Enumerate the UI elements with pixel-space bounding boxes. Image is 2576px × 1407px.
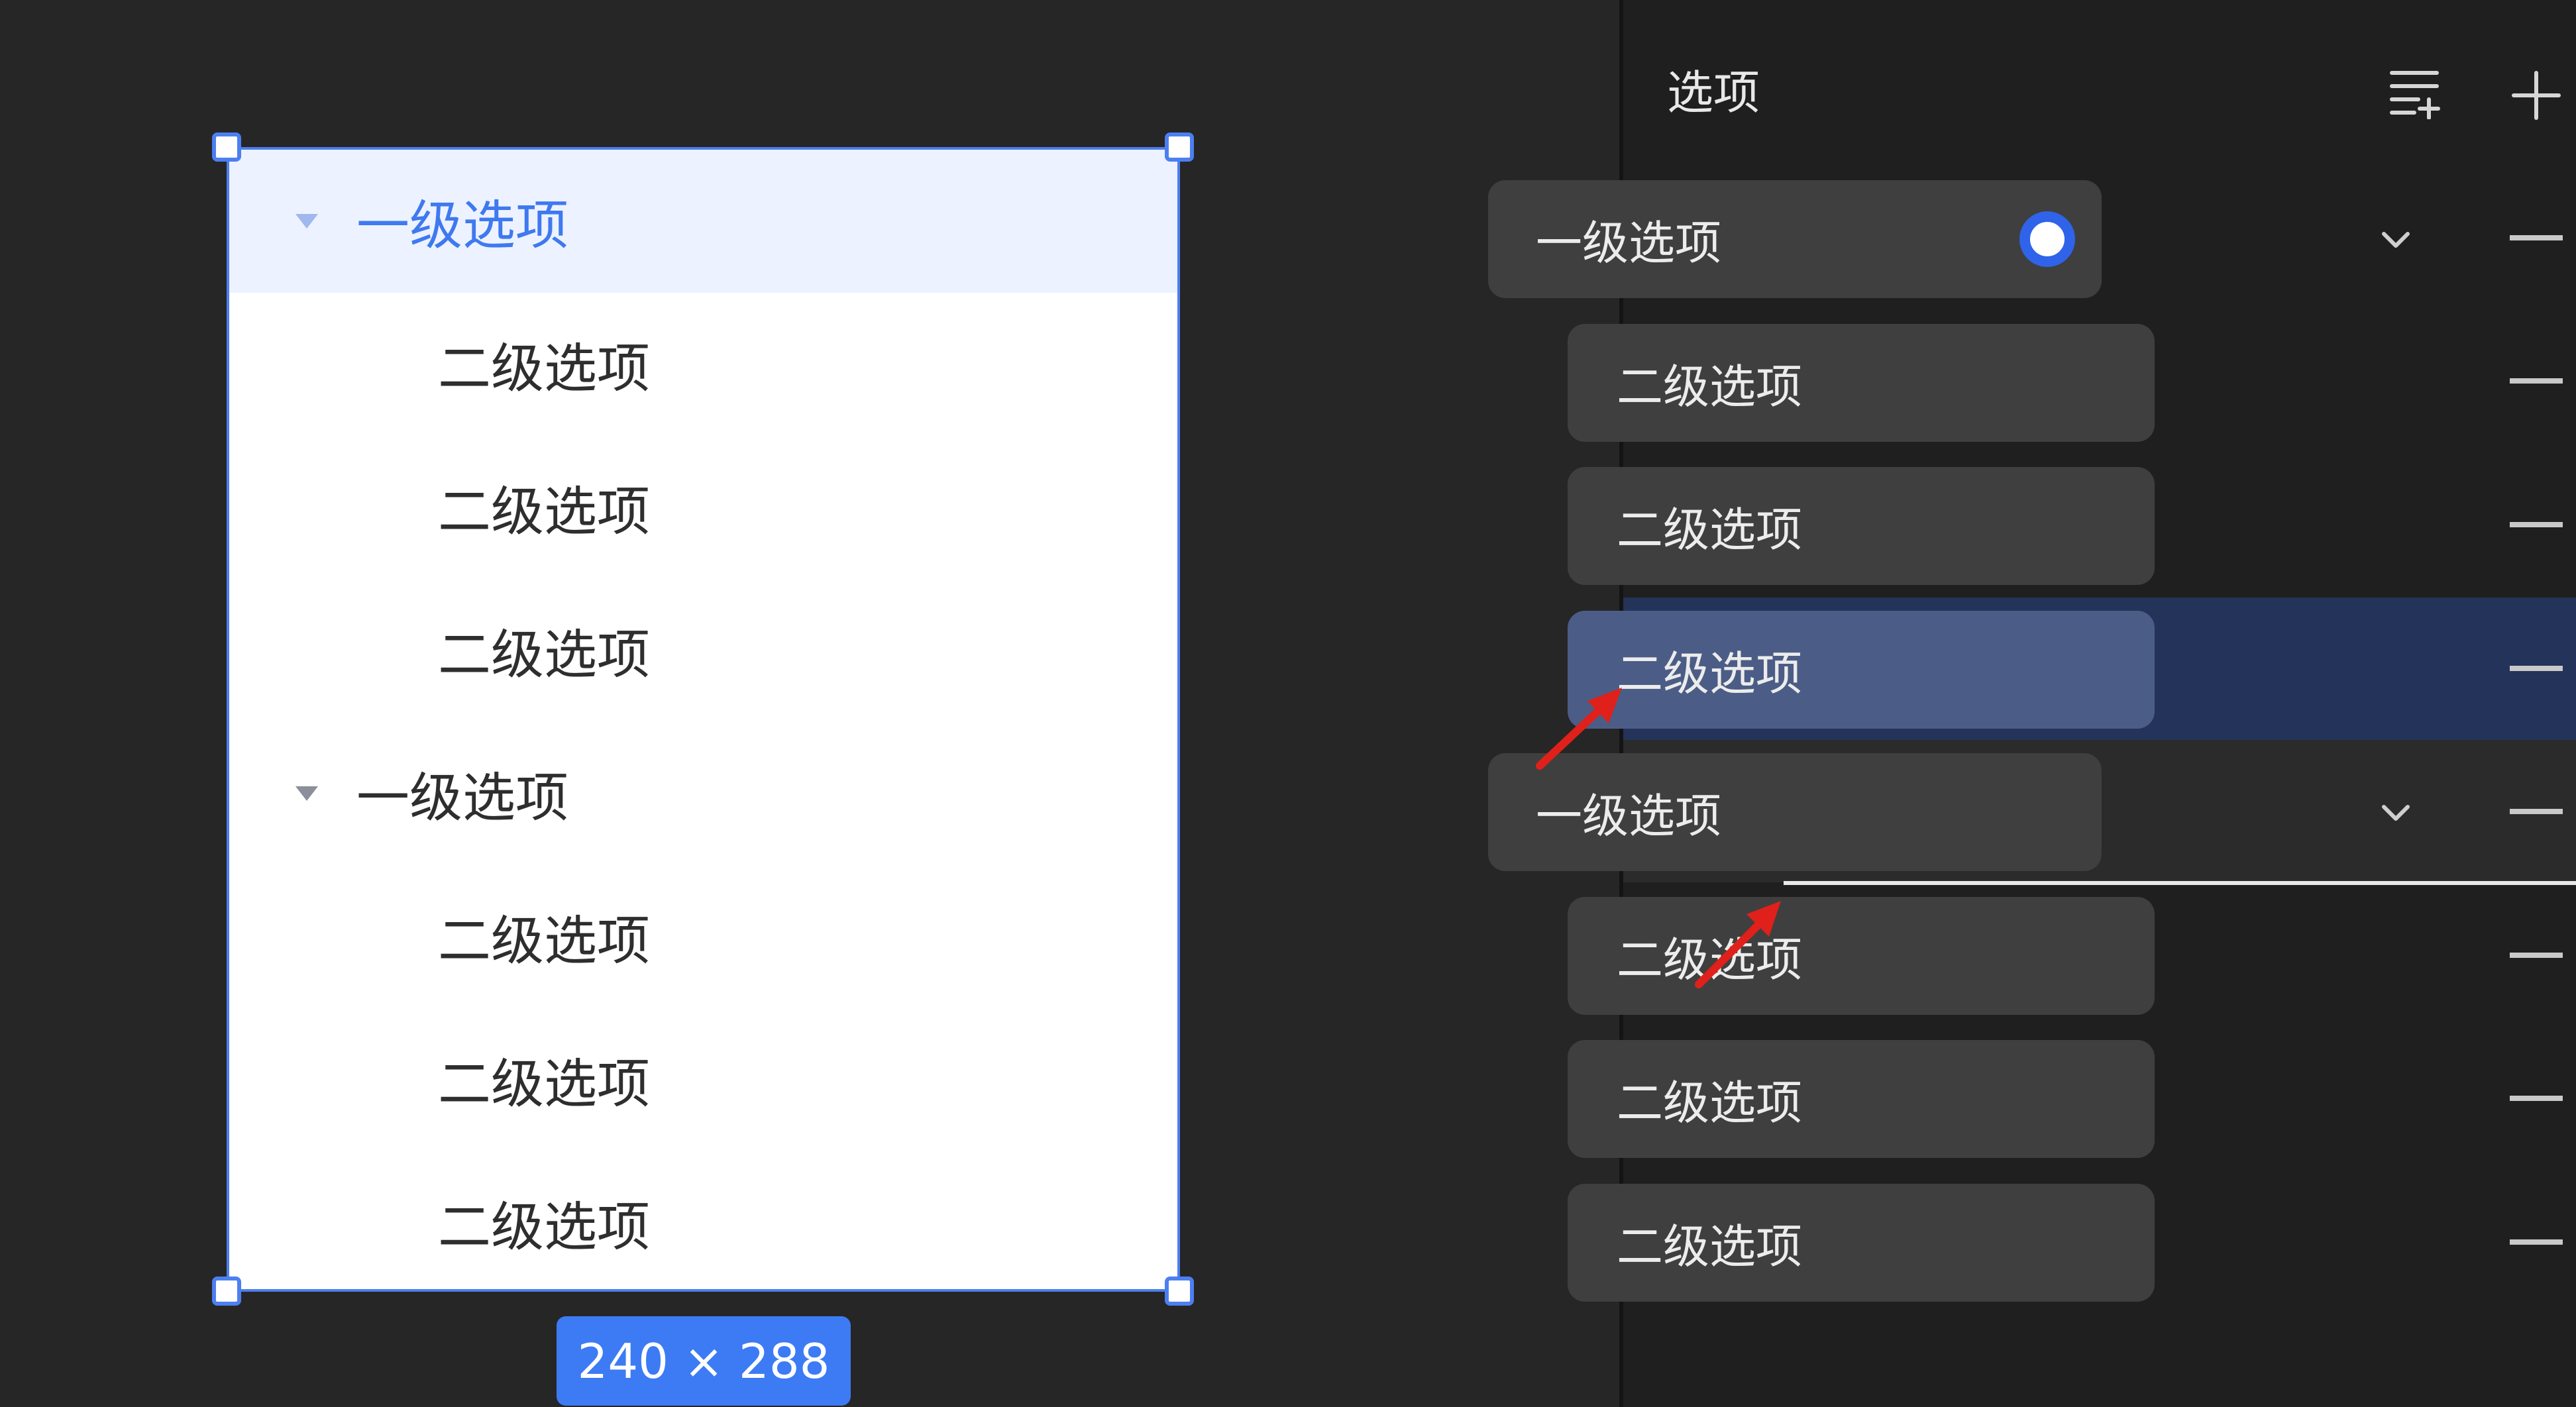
option-label: 一级选项 (1536, 215, 1721, 270)
menu-item-level1[interactable]: 一级选项 (229, 722, 1177, 865)
annotation-arrow-icon (1536, 688, 1622, 770)
chevron-down-icon[interactable] (2375, 218, 2417, 260)
menu-item-level2[interactable]: 二级选项 (229, 293, 1177, 436)
menu-item-label: 一级选项 (356, 195, 568, 256)
size-badge: 240 × 288 (557, 1316, 851, 1406)
option-input-level2[interactable]: 二级选项 (1568, 467, 2155, 585)
menu-item-label: 二级选项 (438, 338, 650, 399)
remove-option-button[interactable] (2510, 1239, 2563, 1245)
panel-title: 选项 (1667, 66, 1760, 120)
remove-option-button[interactable] (2510, 953, 2563, 958)
menu-item-label: 二级选项 (438, 481, 650, 543)
option-label: 二级选项 (1617, 1219, 1802, 1274)
option-label: 二级选项 (1617, 646, 1802, 701)
menu-item-level2[interactable]: 二级选项 (229, 865, 1177, 1008)
remove-option-button[interactable] (2510, 809, 2563, 814)
remove-option-button[interactable] (2510, 522, 2563, 527)
menu-item-label: 二级选项 (438, 1196, 650, 1258)
menu-item-label: 二级选项 (438, 1053, 650, 1115)
list-add-icon[interactable] (2388, 66, 2441, 119)
resize-handle-top-right[interactable] (1165, 132, 1194, 162)
plus-icon[interactable] (2510, 69, 2563, 122)
option-input-level2[interactable]: 二级选项 (1568, 1040, 2155, 1158)
remove-option-button[interactable] (2510, 666, 2563, 671)
option-input-level2[interactable]: 二级选项 (1568, 897, 2155, 1015)
caret-down-icon[interactable] (295, 786, 318, 801)
design-canvas[interactable]: 一级选项 二级选项 二级选项 二级选项 一级选项 二级选项 二级选项 二级选项 … (0, 0, 1619, 1407)
menu-item-level2[interactable]: 二级选项 (229, 1008, 1177, 1151)
menu-item-level1[interactable]: 一级选项 (229, 150, 1177, 293)
remove-option-button[interactable] (2510, 378, 2563, 384)
tree-menu-preview[interactable]: 一级选项 二级选项 二级选项 二级选项 一级选项 二级选项 二级选项 二级选项 (227, 147, 1180, 1292)
menu-item-level2[interactable]: 二级选项 (229, 579, 1177, 722)
default-option-radio[interactable] (2019, 211, 2075, 267)
option-input-level2[interactable]: 二级选项 (1568, 1184, 2155, 1302)
option-label: 二级选项 (1617, 359, 1802, 414)
remove-option-button[interactable] (2510, 1096, 2563, 1101)
menu-item-level2[interactable]: 二级选项 (229, 436, 1177, 579)
resize-handle-bottom-right[interactable] (1165, 1277, 1194, 1306)
chevron-down-icon[interactable] (2375, 791, 2417, 833)
option-input-level2-dragging[interactable]: 二级选项 (1568, 611, 2155, 729)
caret-down-icon[interactable] (295, 214, 318, 229)
option-input-level2[interactable]: 二级选项 (1568, 324, 2155, 442)
option-input-level1[interactable]: 一级选项 (1488, 180, 2102, 298)
menu-item-level2[interactable]: 二级选项 (229, 1151, 1177, 1294)
drop-indicator-line (1784, 881, 2576, 885)
option-label: 一级选项 (1536, 788, 1721, 843)
menu-item-label: 二级选项 (438, 910, 650, 972)
menu-item-label: 一级选项 (356, 767, 568, 829)
option-label: 二级选项 (1617, 502, 1802, 557)
option-label: 二级选项 (1617, 1075, 1802, 1130)
remove-option-button[interactable] (2510, 235, 2563, 240)
resize-handle-bottom-left[interactable] (212, 1277, 241, 1306)
resize-handle-top-left[interactable] (212, 132, 241, 162)
menu-item-label: 二级选项 (438, 624, 650, 686)
annotation-arrow-icon (1695, 901, 1781, 988)
